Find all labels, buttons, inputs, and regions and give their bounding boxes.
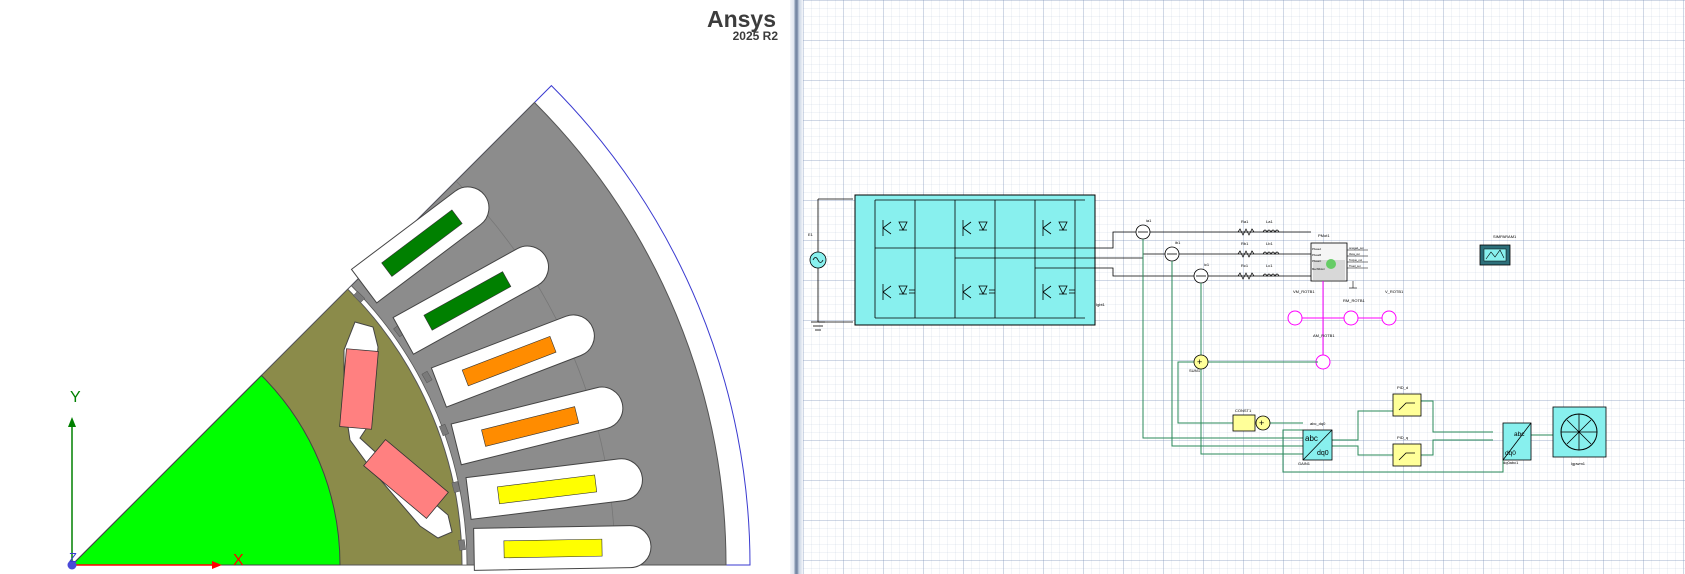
- svg-text:PhaseB: PhaseB: [1312, 253, 1321, 257]
- inverter-label: Igbt1: [1096, 302, 1106, 307]
- z-axis-label: Z: [69, 550, 77, 565]
- svg-text:GAIN1: GAIN1: [1298, 461, 1311, 466]
- sensor-label-2: ib1: [1175, 240, 1181, 245]
- svg-text:RM_ROTB1: RM_ROTB1: [1343, 298, 1366, 303]
- machine-block[interactable]: PMot1 PhaseA PhaseB PhaseC MechRotor ome…: [1310, 233, 1368, 289]
- simparam-block[interactable]: SIMPARAM1: [1479, 234, 1517, 266]
- svg-text:La1: La1: [1266, 219, 1273, 224]
- svg-text:abc: abc: [1514, 431, 1525, 438]
- motor-geometry-canvas[interactable]: X Y Z: [0, 0, 790, 574]
- svg-text:omega1_out: omega1_out: [1349, 246, 1364, 250]
- geometry-viewport[interactable]: Ansys 2025 R2 X Y Z: [0, 0, 790, 574]
- svg-text:Rb1: Rb1: [1241, 241, 1249, 246]
- y-axis-label: Y: [70, 389, 81, 406]
- svg-text:Torque_out: Torque_out: [1349, 258, 1362, 262]
- x-axis-label: X: [233, 552, 244, 569]
- y-axis-arrow: [68, 417, 76, 427]
- svg-text:V_ROTB1: V_ROTB1: [1385, 289, 1404, 294]
- inverter-block[interactable]: Igbt1: [854, 194, 1106, 326]
- svg-text:AM_ROTB1: AM_ROTB1: [1313, 333, 1335, 338]
- source-label: E1: [808, 232, 814, 237]
- svg-text:PID_d: PID_d: [1397, 385, 1408, 390]
- pane-splitter[interactable]: [790, 0, 803, 574]
- svg-text:abc_dq0: abc_dq0: [1310, 421, 1326, 426]
- svg-text:dq0: dq0: [1505, 450, 1516, 457]
- svg-text:theta_out: theta_out: [1349, 252, 1360, 256]
- svg-text:dq0abc1: dq0abc1: [1503, 460, 1519, 465]
- control-blocks[interactable]: + + abc dq0 abc dq0: [1193, 354, 1607, 467]
- rl-labels: Ra1 La1 Rb1 Lb1 Rc1 Lc1: [1241, 219, 1273, 268]
- svg-text:Igpwm1: Igpwm1: [1571, 461, 1586, 466]
- sensor-label-1: ia1: [1146, 218, 1152, 223]
- schematic-canvas[interactable]: E1 Igbt1 ia1 ib1 ic1 Ra1 La1 Rb1 Lb1 Rc1…: [803, 0, 1685, 574]
- svg-text:dq0: dq0: [1317, 450, 1329, 457]
- svg-text:Lc1: Lc1: [1266, 263, 1273, 268]
- svg-text:CONST1: CONST1: [1235, 408, 1252, 413]
- svg-text:SUM1: SUM1: [1189, 368, 1201, 373]
- svg-text:+: +: [1259, 418, 1264, 428]
- svg-text:MechRotor: MechRotor: [1312, 267, 1325, 271]
- dc-source[interactable]: E1: [808, 198, 853, 331]
- sensor-label-3: ic1: [1204, 262, 1210, 267]
- schematic-drawing[interactable]: E1 Igbt1 ia1 ib1 ic1 Ra1 La1 Rb1 Lb1 Rc1…: [803, 0, 1685, 574]
- svg-text:Rc1: Rc1: [1241, 263, 1249, 268]
- svg-text:PID_q: PID_q: [1397, 435, 1408, 440]
- mechanical-components[interactable]: [1287, 310, 1397, 370]
- svg-text:abc: abc: [1305, 434, 1318, 443]
- phase-wires: [1103, 231, 1311, 277]
- svg-text:VM_ROTB1: VM_ROTB1: [1293, 289, 1315, 294]
- machine-label: PMot1: [1318, 233, 1330, 238]
- svg-text:PhaseC: PhaseC: [1312, 259, 1321, 263]
- svg-text:Lb1: Lb1: [1266, 241, 1273, 246]
- simparam-label: SIMPARAM1: [1493, 234, 1517, 239]
- svg-text:+: +: [1197, 357, 1202, 367]
- current-sensors[interactable]: ia1 ib1 ic1: [1135, 218, 1210, 284]
- svg-text:PhaseA: PhaseA: [1312, 247, 1321, 251]
- magnet-1: [339, 348, 379, 430]
- svg-text:Tload_out: Tload_out: [1349, 264, 1361, 268]
- svg-text:Ra1: Ra1: [1241, 219, 1249, 224]
- stator-slot-6: [473, 525, 652, 571]
